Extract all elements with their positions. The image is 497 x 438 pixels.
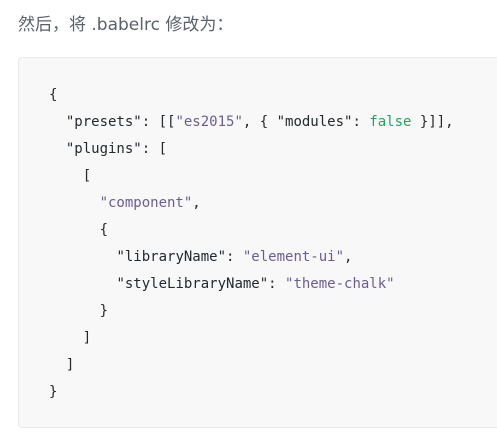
- close-brace: }: [49, 384, 58, 400]
- presets-punct: : [[: [141, 114, 176, 130]
- code-line-4: [: [49, 163, 454, 190]
- stylelibraryname-colon: :: [268, 276, 286, 292]
- presets-key: "presets": [65, 114, 142, 130]
- plugins-punct: : [: [141, 141, 168, 157]
- code-line-10: ]: [49, 325, 454, 352]
- code-line-3: "plugins": [: [49, 136, 454, 163]
- false-keyword: false: [369, 114, 412, 130]
- code-line-7: "libraryName": "element-ui",: [49, 244, 454, 271]
- presets-punct-2: , {: [242, 114, 277, 130]
- code-line-11: ]: [49, 352, 454, 379]
- code-line-1: {: [49, 82, 454, 109]
- code-block: { "presets": [["es2015", { "modules": fa…: [18, 57, 497, 428]
- open-brace: {: [49, 87, 58, 103]
- code-line-12: }: [49, 379, 454, 406]
- code-content: { "presets": [["es2015", { "modules": fa…: [49, 82, 454, 406]
- open-bracket: [: [82, 168, 92, 184]
- libraryname-key: "libraryName": [116, 249, 227, 265]
- component-comma: ,: [192, 195, 201, 211]
- code-line-8: "styleLibraryName": "theme-chalk": [49, 271, 454, 298]
- stylelibraryname-key: "styleLibraryName": [116, 276, 269, 292]
- libraryname-colon: :: [226, 249, 243, 265]
- inner-close-brace: }: [99, 303, 109, 319]
- es2015-string: "es2015": [175, 114, 243, 130]
- code-line-6: {: [49, 217, 454, 244]
- code-line-5: "component",: [49, 190, 454, 217]
- modules-colon: :: [352, 114, 370, 130]
- component-string: "component": [99, 195, 193, 211]
- outer-close-bracket: ]: [65, 357, 75, 373]
- theme-chalk-string: "theme-chalk": [285, 276, 395, 292]
- intro-text: 然后，将 .babelrc 修改为：: [18, 15, 234, 35]
- element-ui-string: "element-ui": [242, 249, 345, 265]
- code-line-2: "presets": [["es2015", { "modules": fals…: [49, 109, 454, 136]
- close-bracket: ]: [82, 330, 92, 346]
- code-line-9: }: [49, 298, 454, 325]
- libraryname-comma: ,: [344, 249, 353, 265]
- plugins-key: "plugins": [65, 141, 142, 157]
- inner-open-brace: {: [99, 222, 109, 238]
- presets-end: }]],: [411, 114, 454, 130]
- modules-key: "modules": [276, 114, 353, 130]
